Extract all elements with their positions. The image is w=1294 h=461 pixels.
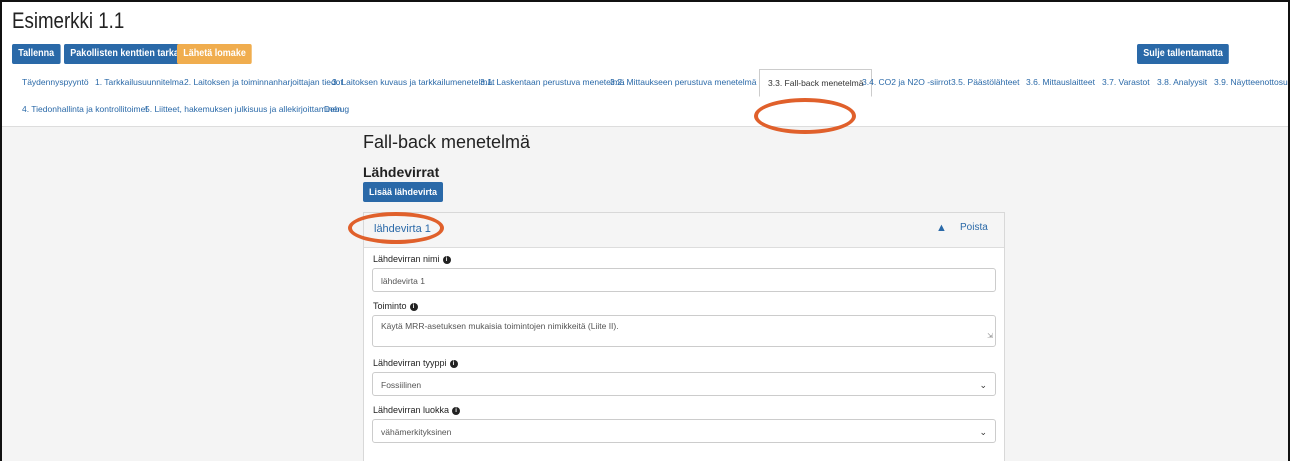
resize-handle-icon[interactable]: ⇲ — [987, 329, 993, 345]
section-heading: Fall-back menetelmä — [363, 132, 531, 152]
tab-debug[interactable]: Debug — [324, 98, 349, 120]
close-without-saving-button[interactable]: Sulje tallentamatta — [1137, 44, 1230, 64]
class-select[interactable]: vähämerkityksinen ⌄ — [372, 419, 996, 443]
chevron-up-icon[interactable]: ▲ — [936, 222, 947, 234]
activity-textarea[interactable]: Käytä MRR-asetuksen mukaisia toimintojen… — [372, 315, 996, 347]
tab-laitoksen-kuvaus[interactable]: 3. Laitoksen kuvaus ja tarkkailumenetelm… — [332, 69, 495, 95]
name-label: Lähdevirran nimi i — [373, 254, 451, 264]
tab-fall-back[interactable]: 3.3. Fall-back menetelmä — [759, 69, 873, 97]
save-button[interactable]: Tallenna — [12, 44, 61, 64]
tab-laitoksen-tiedot[interactable]: 2. Laitoksen ja toiminnanharjoittajan ti… — [184, 69, 343, 95]
info-icon[interactable]: i — [452, 406, 461, 415]
tab-bar-row1: Täydennyspyyntö 1. Tarkkailusuunnitelma … — [2, 69, 1288, 97]
name-input[interactable]: lähdevirta 1 — [372, 268, 996, 292]
tab-tarkkailusuunnitelma[interactable]: 1. Tarkkailusuunnitelma — [95, 69, 184, 95]
info-icon[interactable]: i — [409, 302, 418, 311]
tab-analyysit[interactable]: 3.8. Analyysit — [1157, 69, 1207, 95]
tab-tiedonhallinta[interactable]: 4. Tiedonhallinta ja kontrollitoimet — [22, 98, 148, 120]
type-label: Lähdevirran tyyppi i — [373, 358, 458, 368]
tab-liitteet[interactable]: 5. Liitteet, hakemuksen julkisuus ja all… — [145, 98, 342, 120]
header: Esimerkki 1.1 Tallenna Pakollisten kentt… — [2, 2, 1288, 127]
tab-siirrot[interactable]: 3.4. CO2 ja N2O -siirrot — [862, 69, 951, 95]
chevron-down-icon: ⌄ — [979, 427, 987, 437]
info-icon[interactable]: i — [449, 359, 458, 368]
page-title: Esimerkki 1.1 — [12, 8, 125, 33]
tab-taydennyspyynto[interactable]: Täydennyspyyntö — [22, 69, 89, 95]
class-label: Lähdevirran luokka i — [373, 405, 461, 415]
chevron-down-icon: ⌄ — [979, 380, 987, 390]
send-form-button[interactable]: Lähetä lomake — [177, 44, 253, 64]
info-icon[interactable]: i — [442, 255, 451, 264]
highlight-ring — [754, 98, 856, 134]
tab-naytteenotto[interactable]: 3.9. Näytteenottosuunnite — [1214, 69, 1288, 95]
delete-link[interactable]: Poista — [960, 222, 988, 233]
tab-mittauslaitteet[interactable]: 3.6. Mittauslaitteet — [1026, 69, 1095, 95]
tab-varastot[interactable]: 3.7. Varastot — [1102, 69, 1150, 95]
highlight-ring — [348, 212, 444, 244]
add-source-stream-button[interactable]: Lisää lähdevirta — [363, 182, 444, 202]
subsection-heading: Lähdevirrat — [363, 164, 440, 180]
type-select[interactable]: Fossiilinen ⌄ — [372, 372, 996, 396]
activity-label: Toiminto i — [373, 301, 418, 311]
source-stream-panel: lähdevirta 1 ▲ Poista Lähdevirran nimi i … — [363, 212, 1005, 461]
app-window: Esimerkki 1.1 Tallenna Pakollisten kentt… — [0, 0, 1290, 461]
tab-bar-row2: 4. Tiedonhallinta ja kontrollitoimet 5. … — [2, 98, 1288, 120]
panel-header[interactable]: lähdevirta 1 ▲ Poista — [364, 213, 1004, 248]
tab-laskentaan-perustuva[interactable]: 3.1. Laskentaan perustuva menetelmä — [480, 69, 625, 95]
tab-paastolahteet[interactable]: 3.5. Päästölähteet — [951, 69, 1020, 95]
